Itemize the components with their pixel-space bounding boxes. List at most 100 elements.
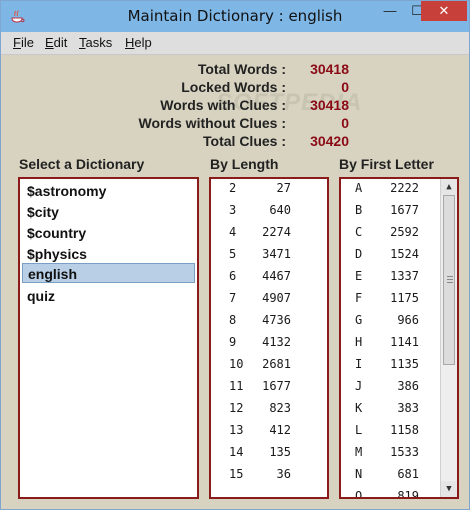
letter-key: L <box>355 423 363 437</box>
length-value: 8 <box>229 313 237 327</box>
stat-value: 30418 <box>310 97 349 113</box>
stat-locked-words: Locked Words : 0 <box>1 79 469 97</box>
stat-total-clues: Total Clues : 30420 <box>1 133 469 151</box>
dictionary-item[interactable]: quiz <box>22 286 195 306</box>
length-value: 13 <box>229 423 244 437</box>
length-value: 6 <box>229 269 237 283</box>
letter-key: O <box>355 489 363 499</box>
stat-words-without-clues: Words without Clues : 0 <box>1 115 469 133</box>
dictionary-list-heading: Select a Dictionary <box>19 156 145 172</box>
length-count: 640 <box>269 203 291 217</box>
letter-count: 386 <box>397 379 419 393</box>
length-value: 14 <box>229 445 244 459</box>
length-value: 4 <box>229 225 237 239</box>
stat-value: 0 <box>341 79 349 95</box>
letter-key: J <box>355 379 363 393</box>
vertical-scrollbar[interactable]: ▲ ▼ <box>440 179 457 497</box>
length-count: 27 <box>276 181 291 195</box>
letter-count: 966 <box>397 313 419 327</box>
menu-file[interactable]: File <box>13 35 34 50</box>
length-count: 135 <box>269 445 291 459</box>
menu-help-label: elp <box>134 35 152 50</box>
length-row: 11 1677 <box>211 379 327 401</box>
menu-edit[interactable]: Edit <box>45 35 67 50</box>
letter-count: 1141 <box>390 335 419 349</box>
menu-help-mnemonic: H <box>125 35 135 50</box>
letter-count: 681 <box>397 467 419 481</box>
menu-edit-label: dit <box>53 35 68 50</box>
close-button[interactable]: ✕ <box>421 1 467 21</box>
menu-edit-mnemonic: E <box>45 35 54 50</box>
letter-key: D <box>355 247 363 261</box>
length-value: 11 <box>229 379 244 393</box>
menu-file-mnemonic: F <box>13 35 21 50</box>
stat-label: Words with Clues : <box>160 97 286 113</box>
by-first-letter-heading: By First Letter <box>339 156 434 172</box>
dictionary-item[interactable]: $city <box>22 202 195 222</box>
length-count: 4467 <box>262 269 291 283</box>
letter-count: 819 <box>397 489 419 499</box>
stat-label: Total Clues : <box>203 133 286 149</box>
letter-key: C <box>355 225 363 239</box>
grip-line <box>447 276 453 277</box>
length-value: 15 <box>229 467 244 481</box>
length-value: 10 <box>229 357 244 371</box>
length-count: 412 <box>269 423 291 437</box>
by-length-list[interactable]: 2 27 3 640 4 2274 5 3471 6 4467 7 4907 8 4736 9… <box>209 177 329 499</box>
letter-count: 2222 <box>390 181 419 195</box>
length-row: 8 4736 <box>211 313 327 335</box>
stat-value: 30418 <box>310 61 349 77</box>
length-value: 2 <box>229 181 237 195</box>
menu-tasks-label: asks <box>85 35 113 50</box>
menu-help[interactable]: Help <box>125 35 152 50</box>
letter-key: I <box>355 357 363 371</box>
length-row: 13 412 <box>211 423 327 445</box>
title-bar[interactable]: Maintain Dictionary : english — ☐ ✕ <box>1 1 469 32</box>
length-count: 4907 <box>262 291 291 305</box>
length-row: 9 4132 <box>211 335 327 357</box>
dictionary-list[interactable]: $astronomy $city $country $physics engli… <box>18 177 199 499</box>
menu-file-label: ile <box>20 35 34 50</box>
length-row: 7 4907 <box>211 291 327 313</box>
length-value: 9 <box>229 335 237 349</box>
length-row: 6 4467 <box>211 269 327 291</box>
by-first-letter-list[interactable]: A 2222 B 1677 C 2592 D 1524 E 1337 F 1175 G 966… <box>339 177 459 499</box>
length-value: 3 <box>229 203 237 217</box>
stat-value: 0 <box>341 115 349 131</box>
stat-words-with-clues: Words with Clues : 30418 <box>1 97 469 115</box>
letter-key: A <box>355 181 363 195</box>
grip-line <box>447 279 453 280</box>
letter-count: 1158 <box>390 423 419 437</box>
by-length-heading: By Length <box>210 156 279 172</box>
length-value: 5 <box>229 247 237 261</box>
dictionary-item[interactable]: $physics <box>22 244 195 264</box>
letter-key: F <box>355 291 363 305</box>
length-count: 1677 <box>262 379 291 393</box>
dictionary-item[interactable]: $astronomy <box>22 181 195 201</box>
letter-count: 1677 <box>390 203 419 217</box>
letter-key: K <box>355 401 363 415</box>
letter-count: 1135 <box>390 357 419 371</box>
dictionary-item-selected[interactable]: english <box>22 263 195 283</box>
letter-count: 383 <box>397 401 419 415</box>
scroll-up-arrow-icon[interactable]: ▲ <box>441 179 457 195</box>
minimize-button[interactable]: — <box>376 1 404 21</box>
scroll-down-arrow-icon[interactable]: ▼ <box>441 481 457 497</box>
length-value: 12 <box>229 401 244 415</box>
letter-key: N <box>355 467 363 481</box>
letter-count: 1175 <box>390 291 419 305</box>
stat-label: Total Words : <box>197 61 286 77</box>
stat-label: Words without Clues : <box>138 115 286 131</box>
length-row: 10 2681 <box>211 357 327 379</box>
menu-bar: File Edit Tasks Help <box>1 32 469 55</box>
menu-tasks[interactable]: Tasks <box>79 35 112 50</box>
length-count: 823 <box>269 401 291 415</box>
dictionary-item[interactable]: $country <box>22 223 195 243</box>
letter-key: B <box>355 203 363 217</box>
length-count: 4736 <box>262 313 291 327</box>
length-row: 15 36 <box>211 467 327 489</box>
length-row: 2 27 <box>211 181 327 203</box>
length-count: 2681 <box>262 357 291 371</box>
letter-count: 1533 <box>390 445 419 459</box>
scrollbar-thumb[interactable] <box>443 195 455 365</box>
